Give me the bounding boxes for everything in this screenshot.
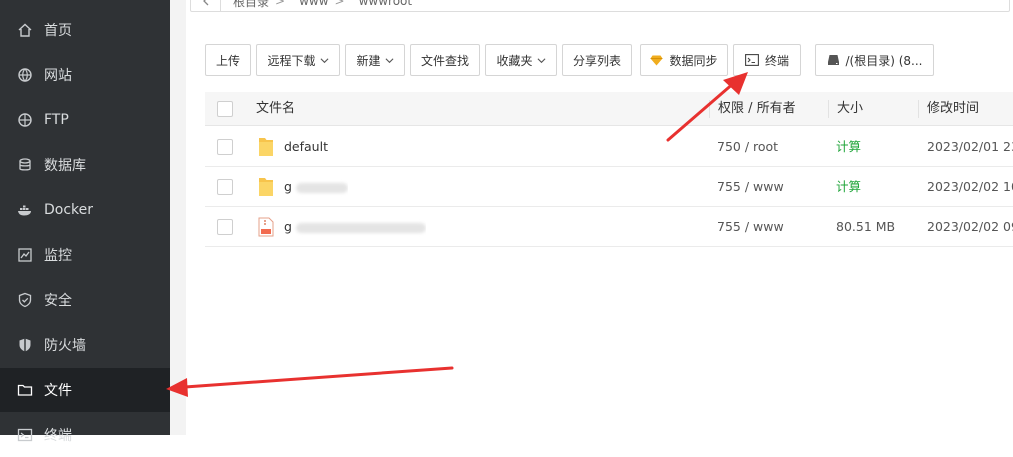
folder-icon [259, 138, 273, 156]
back-button[interactable] [191, 0, 221, 11]
new-button[interactable]: 新建 [345, 44, 405, 76]
column-divider [709, 100, 710, 118]
file-name-text: g [284, 179, 292, 194]
file-name[interactable]: g [284, 167, 348, 207]
disk-label: /(根目录) (8... [845, 53, 923, 68]
data-sync-label: 数据同步 [669, 53, 718, 68]
ftp-icon [17, 112, 33, 128]
sidebar-item-terminal[interactable]: 终端 [0, 413, 170, 457]
column-header-size[interactable]: 大小 [837, 92, 863, 126]
sidebar-item-database[interactable]: 数据库 [0, 143, 170, 187]
diamond-icon [650, 55, 663, 66]
remote-download-label: 远程下载 [267, 53, 316, 68]
chevron-left-icon [202, 0, 208, 6]
sidebar-item-label: 首页 [44, 23, 72, 39]
breadcrumb-root[interactable]: 根目录 [221, 0, 273, 10]
terminal-label: 终端 [764, 53, 789, 68]
folder-icon [259, 178, 273, 196]
sidebar-item-label: 安全 [44, 293, 72, 309]
sidebar-item-home[interactable]: 首页 [0, 8, 170, 52]
chevron-down-icon [537, 57, 545, 63]
table-row[interactable]: g 755 / www 计算 2023/02/02 10: [205, 167, 1013, 207]
terminal-button[interactable]: 终端 [733, 44, 801, 76]
file-name[interactable]: g [284, 207, 426, 247]
zip-file-icon [258, 217, 274, 237]
table-header: 文件名 权限 / 所有者 大小 修改时间 [205, 92, 1013, 126]
sidebar-item-label: 数据库 [44, 158, 86, 174]
sidebar-item-label: 文件 [44, 383, 72, 399]
docker-icon [17, 202, 33, 218]
breadcrumb-www[interactable]: www [287, 0, 332, 8]
column-divider [918, 100, 919, 118]
column-divider [828, 100, 829, 118]
file-permission[interactable]: 755 / www [717, 167, 784, 207]
sidebar-item-files[interactable]: 文件 [0, 368, 170, 412]
select-all-checkbox[interactable] [217, 101, 233, 117]
upload-label: 上传 [215, 53, 240, 68]
share-list-label: 分享列表 [572, 53, 621, 68]
chevron-down-icon [320, 57, 328, 63]
disk-icon [827, 54, 840, 66]
file-modified: 2023/02/02 09: [927, 219, 1013, 234]
globe-icon [17, 67, 33, 83]
table-row[interactable]: g 755 / www 80.51 MB 2023/02/02 09: [205, 207, 1013, 247]
remote-download-button[interactable]: 远程下载 [256, 44, 340, 76]
terminal-icon [17, 427, 33, 443]
row-checkbox[interactable] [217, 179, 233, 195]
share-list-button[interactable]: 分享列表 [562, 44, 632, 76]
sidebar-item-label: Docker [44, 202, 94, 218]
sidebar-item-monitor[interactable]: 监控 [0, 233, 170, 277]
file-name[interactable]: default [284, 127, 328, 167]
file-permission[interactable]: 750 / root [717, 127, 778, 167]
sidebar-item-security[interactable]: 安全 [0, 278, 170, 322]
shield-icon [17, 292, 33, 308]
data-sync-button[interactable]: 数据同步 [640, 44, 728, 76]
firewall-icon [17, 337, 33, 353]
file-name-text: g [284, 219, 292, 234]
file-size-calc[interactable]: 计算 [836, 127, 861, 167]
sidebar-item-firewall[interactable]: 防火墙 [0, 323, 170, 367]
column-header-name[interactable]: 文件名 [256, 92, 295, 126]
new-label: 新建 [356, 53, 381, 68]
sidebar-item-label: 监控 [44, 248, 72, 264]
sidebar-item-websites[interactable]: 网站 [0, 53, 170, 97]
file-size: 80.51 MB [836, 219, 896, 234]
monitor-icon [17, 247, 33, 263]
sidebar-item-label: 防火墙 [44, 338, 86, 354]
file-search-button[interactable]: 文件查找 [410, 44, 480, 76]
folder-icon [17, 382, 33, 398]
sidebar-item-ftp[interactable]: FTP [0, 98, 170, 142]
breadcrumb-separator: > [334, 0, 345, 8]
file-search-label: 文件查找 [420, 53, 469, 68]
redacted-text [295, 182, 348, 193]
favorites-button[interactable]: 收藏夹 [485, 44, 557, 76]
sidebar-item-label: 网站 [44, 68, 72, 84]
favorites-label: 收藏夹 [496, 53, 533, 68]
column-header-modified[interactable]: 修改时间 [927, 92, 979, 126]
sidebar-item-label: 终端 [44, 428, 72, 444]
row-checkbox[interactable] [217, 219, 233, 235]
sidebar-item-label: FTP [44, 112, 69, 128]
breadcrumb: 根目录 > www > wwwroot [190, 0, 1010, 12]
file-modified: 2023/02/01 23: [927, 139, 1013, 154]
sidebar: 首页 网站 FTP 数据库 Docker 监控 安全 防火墙 文件 终端 [0, 0, 170, 444]
redacted-text [295, 222, 426, 233]
database-icon [17, 157, 33, 173]
home-icon [17, 22, 33, 38]
file-modified: 2023/02/02 10: [927, 179, 1013, 194]
chevron-down-icon [385, 57, 393, 63]
terminal-icon [745, 54, 759, 66]
file-permission[interactable]: 755 / www [717, 207, 784, 247]
sidebar-item-docker[interactable]: Docker [0, 188, 170, 232]
upload-button[interactable]: 上传 [205, 44, 251, 76]
breadcrumb-wwwroot[interactable]: wwwroot [347, 0, 417, 8]
row-checkbox[interactable] [217, 139, 233, 155]
column-header-permission[interactable]: 权限 / 所有者 [718, 92, 796, 126]
file-size-calc[interactable]: 计算 [836, 167, 861, 207]
table-row[interactable]: default 750 / root 计算 2023/02/01 23: [205, 127, 1013, 167]
disk-button[interactable]: /(根目录) (8... [815, 44, 934, 76]
breadcrumb-separator: > [275, 0, 286, 8]
